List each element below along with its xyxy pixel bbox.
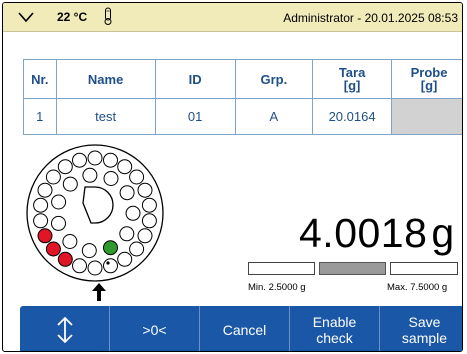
carousel-position <box>141 213 157 229</box>
cancel-button-label: Cancel <box>222 321 267 338</box>
header-name: Name <box>55 59 156 99</box>
cell-probe <box>391 98 462 135</box>
carousel-position <box>72 258 87 274</box>
carousel-position <box>51 215 66 231</box>
app-screen: 22 °C Administrator - 20.01.2025 08:53 N… <box>2 2 463 352</box>
carousel-position <box>129 169 145 185</box>
status-bar: 22 °C Administrator - 20.01.2025 08:53 <box>3 3 462 32</box>
cell-name: test <box>55 98 156 135</box>
header-group: Grp. <box>234 59 314 99</box>
carousel-position <box>103 171 119 186</box>
user-datetime: Administrator - 20.01.2025 08:53 <box>283 11 458 25</box>
max-limit-label: Max. 7.5000 g <box>387 282 448 293</box>
enable-check-button[interactable]: Enable check <box>290 306 380 351</box>
carousel-position <box>117 159 133 175</box>
weight-display: 4.0018g <box>299 210 455 257</box>
carousel-position <box>87 150 103 166</box>
carousel-position <box>51 194 67 210</box>
tolerance-bar-low <box>248 262 315 275</box>
table-header-row: Nr. Name ID Grp. Tara [g] Probe [g] <box>23 59 462 99</box>
carousel-position <box>62 234 78 249</box>
carousel-position <box>81 243 97 259</box>
cell-id: 01 <box>154 98 236 135</box>
header-probe: Probe [g] <box>391 59 462 99</box>
carousel-position <box>37 182 53 198</box>
carousel-position <box>45 241 61 257</box>
temperature-readout: 22 °C <box>57 10 88 24</box>
thermometer-icon <box>104 7 112 25</box>
carousel-position <box>57 251 73 267</box>
carousel-position <box>33 197 49 213</box>
carousel-position <box>37 228 53 244</box>
action-bar: >0< Cancel Enable check Save sample <box>20 306 462 351</box>
table-row[interactable]: 1 test 01 A 20.0164 <box>23 98 462 135</box>
carousel-position <box>103 258 118 274</box>
cell-group: A <box>234 98 314 135</box>
header-nr: Nr. <box>23 59 57 99</box>
carousel-position <box>129 241 145 257</box>
up-down-arrows-icon <box>56 316 73 343</box>
tolerance-bar-high <box>390 262 458 275</box>
min-limit-label: Min. 2.5000 g <box>248 282 306 293</box>
tolerance-bar-in-range <box>319 262 386 275</box>
up-down-button[interactable] <box>20 306 110 351</box>
carousel-position <box>87 260 103 276</box>
save-sample-button[interactable]: Save sample <box>380 306 462 351</box>
carousel-position <box>45 169 61 185</box>
carousel-position <box>119 185 135 201</box>
zero-button-label: >0< <box>142 321 167 338</box>
carousel-position <box>137 228 153 244</box>
header-tara: Tara [g] <box>312 59 393 99</box>
carousel-position <box>117 251 133 267</box>
carousel-position <box>119 226 135 242</box>
carousel-position <box>62 176 78 192</box>
header-id: ID <box>154 59 236 99</box>
weight-unit: g <box>431 210 455 256</box>
cell-tara: 20.0164 <box>312 98 393 135</box>
carousel-position <box>125 205 141 221</box>
save-sample-button-label: Save sample <box>401 313 448 346</box>
chevron-down-icon[interactable] <box>17 9 35 25</box>
current-position-arrow-icon <box>92 283 106 301</box>
carousel-position <box>103 152 118 168</box>
cancel-button[interactable]: Cancel <box>200 306 290 351</box>
sample-carousel-diagram <box>26 144 164 282</box>
carousel-position <box>137 182 153 198</box>
carousel-position <box>82 167 98 183</box>
carousel-position <box>103 240 118 256</box>
carousel-position <box>33 213 49 229</box>
carousel-position <box>141 197 157 213</box>
carousel-position <box>57 159 73 175</box>
enable-check-button-label: Enable check <box>312 313 357 346</box>
zero-button[interactable]: >0< <box>110 306 200 351</box>
weight-value: 4.0018 <box>299 210 428 256</box>
cell-nr: 1 <box>23 98 57 135</box>
samples-table: Nr. Name ID Grp. Tara [g] Probe [g] 1 te… <box>23 59 462 135</box>
carousel-position <box>72 152 87 168</box>
